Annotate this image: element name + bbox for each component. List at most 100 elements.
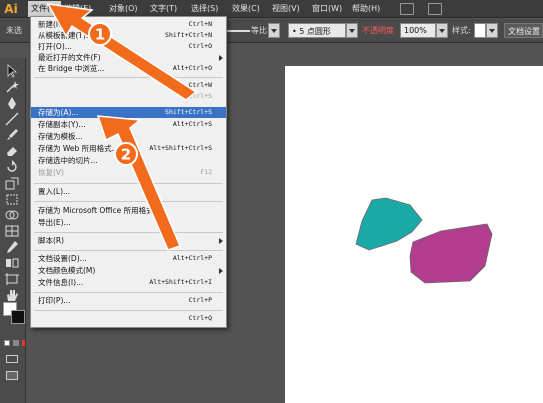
- menu-item-label: 文件信息(I)...: [38, 278, 84, 287]
- menu-item-shortcut: Alt+Ctrl+O: [172, 64, 212, 72]
- menu-item-export[interactable]: 导出(E)...: [31, 217, 226, 228]
- stroke-profile-label: 等比: [251, 26, 267, 35]
- menu-separator: [34, 250, 223, 251]
- menu-edit[interactable]: 编辑(E): [64, 3, 91, 14]
- menu-item-save-as[interactable]: 存储为(A)... Shift+Ctrl+S: [31, 107, 226, 118]
- screen-mode-icon[interactable]: [6, 371, 18, 380]
- artboard-tool-icon[interactable]: [4, 272, 20, 286]
- brush-label: 5 点圆形: [299, 27, 331, 36]
- menu-item-shortcut: Shift+Ctrl+S: [165, 108, 212, 116]
- submenu-arrow-icon: [219, 238, 223, 244]
- opacity-label[interactable]: 不透明度: [362, 25, 394, 36]
- magenta-shape[interactable]: [409, 223, 493, 284]
- mesh-tool-icon[interactable]: [4, 224, 20, 238]
- selection-tool-icon[interactable]: [4, 64, 20, 78]
- brush-dropdown[interactable]: [346, 23, 358, 38]
- menu-item-close[interactable]: Ctrl+W: [31, 80, 226, 91]
- menu-window[interactable]: 窗口(W): [312, 3, 342, 14]
- none-mode-icon[interactable]: [22, 340, 25, 346]
- menu-item-scripts[interactable]: 脚本(R): [31, 235, 226, 246]
- opacity-dropdown[interactable]: [436, 23, 448, 38]
- pen-tool-icon[interactable]: [4, 96, 20, 110]
- free-transform-icon[interactable]: [4, 192, 20, 206]
- menu-type[interactable]: 文字(T): [150, 3, 177, 14]
- menu-item-shortcut: F12: [200, 168, 212, 176]
- submenu-arrow-icon: [219, 55, 223, 61]
- menu-select[interactable]: 选择(S): [191, 3, 218, 14]
- eraser-icon[interactable]: [4, 144, 20, 158]
- tools-panel: [0, 58, 26, 403]
- shape-builder-icon[interactable]: [4, 208, 20, 222]
- scale-tool-icon[interactable]: [4, 176, 20, 190]
- menu-item-shortcut: Alt+Shift+Ctrl+S: [149, 144, 212, 152]
- menu-item-label: 在 Bridge 中浏览...: [38, 64, 105, 73]
- stroke-profile-dropdown[interactable]: [268, 23, 280, 38]
- menu-file[interactable]: 文件(F): [28, 1, 61, 17]
- selection-status: 未选: [6, 26, 22, 35]
- menu-item-label: 置入(L)...: [38, 187, 71, 196]
- menu-item-shortcut: Alt+Ctrl+S: [172, 120, 212, 128]
- menu-item-revert[interactable]: 恢复(V) F12: [31, 167, 226, 178]
- fill-mode-icon[interactable]: [4, 340, 10, 346]
- style-label: 样式:: [452, 26, 471, 35]
- menu-item-shortcut: Alt+Shift+Ctrl+I: [149, 278, 212, 286]
- menu-item-place[interactable]: 置入(L)...: [31, 186, 226, 197]
- gradient-mode-icon[interactable]: [13, 340, 19, 346]
- menu-view[interactable]: 视图(V): [272, 3, 300, 14]
- menu-item-label: 最近打开的文件(F): [38, 53, 101, 62]
- opacity-input[interactable]: 100%: [400, 23, 436, 38]
- menu-item-shortcut: Ctrl+P: [188, 296, 212, 304]
- submenu-arrow-icon: [219, 268, 223, 274]
- style-dropdown[interactable]: [486, 23, 498, 38]
- menu-item-save-copy[interactable]: 存储副本(Y)... Alt+Ctrl+S: [31, 119, 226, 130]
- rotate-tool-icon[interactable]: [4, 160, 20, 174]
- draw-mode-icon[interactable]: [6, 355, 18, 363]
- menu-item-save[interactable]: Ctrl+S: [31, 91, 226, 102]
- line-tool-icon[interactable]: [4, 112, 20, 126]
- artwork: [355, 197, 493, 284]
- menu-item-label: 新建(N)...: [38, 20, 72, 29]
- menu-item-color-mode[interactable]: 文档颜色模式(M): [31, 265, 226, 276]
- menu-object[interactable]: 对象(O): [109, 3, 138, 14]
- magic-wand-icon[interactable]: [4, 80, 20, 94]
- menu-item-save-template[interactable]: 存储为模板...: [31, 131, 226, 142]
- stroke-line: [226, 30, 250, 32]
- menu-item-file-info[interactable]: 文件信息(I)... Alt+Shift+Ctrl+I: [31, 277, 226, 288]
- menu-item-open[interactable]: 打开(O)... Ctrl+O: [31, 41, 226, 52]
- teal-shape[interactable]: [355, 197, 423, 251]
- eyedropper-icon[interactable]: [4, 240, 20, 254]
- arrange-documents-icon[interactable]: [428, 3, 442, 15]
- doc-settings-button[interactable]: 文档设置: [504, 23, 543, 38]
- menu-item-browse-bridge[interactable]: 在 Bridge 中浏览... Alt+Ctrl+O: [31, 63, 226, 74]
- menu-item-document-setup[interactable]: 文档设置(D)... Alt+Ctrl+P: [31, 253, 226, 264]
- menu-item-shortcut: Shift+Ctrl+N: [165, 31, 212, 39]
- menu-separator: [34, 77, 223, 78]
- menu-item-shortcut: Ctrl+O: [188, 42, 212, 50]
- brush-select[interactable]: • 5 点圆形: [288, 23, 346, 38]
- menu-separator: [34, 183, 223, 184]
- stroke-swatch[interactable]: [11, 310, 25, 324]
- bridge-icon[interactable]: [400, 3, 414, 15]
- menu-item-label: 存储为 Microsoft Office 所用格式...: [38, 206, 161, 215]
- hand-tool-icon[interactable]: [4, 288, 20, 302]
- menu-item-new[interactable]: 新建(N)... Ctrl+N: [31, 19, 226, 30]
- menu-item-save-office[interactable]: 存储为 Microsoft Office 所用格式...: [31, 205, 226, 216]
- menu-item-label: 文档设置(D)...: [38, 254, 87, 263]
- menu-item-label: 导出(E)...: [38, 218, 71, 227]
- menu-item-open-recent[interactable]: 最近打开的文件(F): [31, 52, 226, 63]
- paintbrush-icon[interactable]: [4, 128, 20, 142]
- menu-help[interactable]: 帮助(H): [352, 3, 380, 14]
- menu-item-label: 文档颜色模式(M): [38, 266, 96, 275]
- style-swatch[interactable]: [474, 23, 486, 38]
- menu-item-label: 恢复(V): [38, 168, 64, 177]
- blend-tool-icon[interactable]: [4, 256, 20, 270]
- menu-separator: [34, 232, 223, 233]
- menu-item-new-from-template[interactable]: 从模板新建(T)... Shift+Ctrl+N: [31, 30, 226, 41]
- menu-item-label: 存储为模板...: [38, 132, 83, 141]
- menu-item-exit[interactable]: Ctrl+Q: [31, 313, 226, 324]
- menu-item-print[interactable]: 打印(P)... Ctrl+P: [31, 295, 226, 306]
- menu-item-save-for-web[interactable]: 存储为 Web 所用格式... Alt+Shift+Ctrl+S: [31, 143, 226, 154]
- file-menu: 新建(N)... Ctrl+N 从模板新建(T)... Shift+Ctrl+N 打…: [30, 16, 227, 328]
- menu-item-save-slices[interactable]: 存储选中的切片...: [31, 155, 226, 166]
- menu-effect[interactable]: 效果(C): [232, 3, 260, 14]
